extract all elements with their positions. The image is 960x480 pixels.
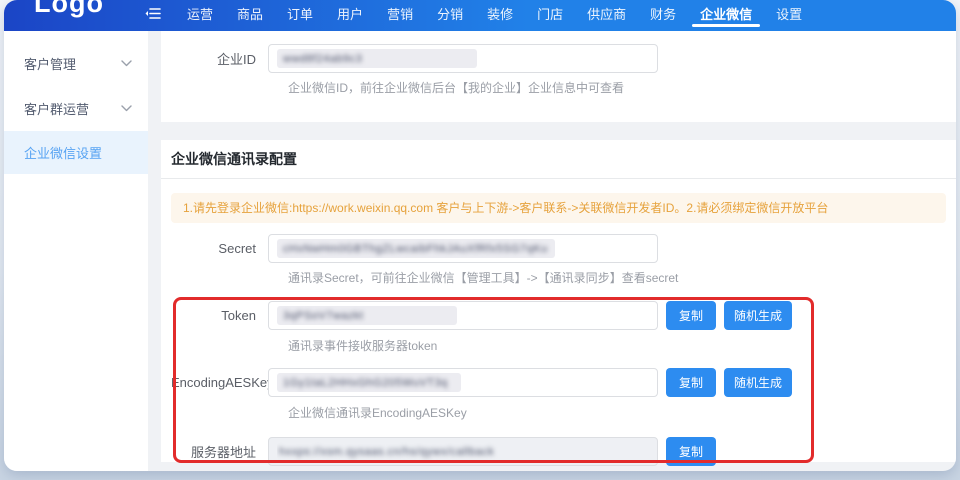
redacted-value: 1Gy1taL2HHxGhG205WuVT3q bbox=[277, 373, 461, 392]
corp-id-row: 企业ID wwd8f24ab9c3 bbox=[171, 31, 946, 73]
divider bbox=[161, 178, 956, 179]
corp-id-input[interactable]: wwd8f24ab9c3 bbox=[268, 44, 658, 73]
corp-id-section: 企业ID wwd8f24ab9c3 企业微信ID，前往企业微信后台【我的企业】企… bbox=[161, 31, 956, 122]
sidebar-item-wecom-settings[interactable]: 企业微信设置 bbox=[4, 131, 148, 174]
secret-input[interactable]: cHxNwHm0GBThgZLwcaibFhkJAuXfRfx5SG7qKu bbox=[268, 234, 658, 263]
aes-key-random-generate-button[interactable]: 随机生成 bbox=[724, 368, 792, 397]
server-url-input: hxxps://xsm.qysaas.cn/hs/qywx/callback bbox=[268, 437, 658, 466]
top-navbar: Logo 运营 商品 订单 用户 营销 分销 装修 门店 供应商 财务 企业微信… bbox=[4, 0, 956, 31]
token-random-generate-button[interactable]: 随机生成 bbox=[724, 301, 792, 330]
nav-item-wecom[interactable]: 企业微信 bbox=[698, 0, 754, 31]
nav-item-suppliers[interactable]: 供应商 bbox=[585, 0, 628, 31]
server-url-row: 服务器地址 hxxps://xsm.qysaas.cn/hs/qywx/call… bbox=[171, 437, 946, 466]
sidebar: 客户管理 客户群运营 企业微信设置 bbox=[4, 31, 148, 471]
nav-item-settings[interactable]: 设置 bbox=[774, 0, 804, 31]
sidebar-item-label: 客户管理 bbox=[24, 54, 121, 73]
section-title: 企业微信通讯录配置 bbox=[171, 149, 946, 169]
sidebar-item-label: 客户群运营 bbox=[24, 99, 121, 118]
token-row: Token 3qPSoV7wazkt 复制 随机生成 bbox=[171, 301, 946, 330]
token-copy-button[interactable]: 复制 bbox=[666, 301, 716, 330]
contacts-config-section: 企业微信通讯录配置 1.请先登录企业微信:https://work.weixin… bbox=[161, 140, 956, 462]
nav-item-marketing[interactable]: 营销 bbox=[385, 0, 415, 31]
app-window: Logo 运营 商品 订单 用户 营销 分销 装修 门店 供应商 财务 企业微信… bbox=[4, 0, 956, 471]
sidebar-item-label: 企业微信设置 bbox=[24, 143, 132, 162]
nav-item-decoration[interactable]: 装修 bbox=[485, 0, 515, 31]
notice-banner: 1.请先登录企业微信:https://work.weixin.qq.com 客户… bbox=[171, 193, 946, 223]
server-url-copy-button[interactable]: 复制 bbox=[666, 437, 716, 466]
corp-id-help-text: 企业微信ID，前往企业微信后台【我的企业】企业信息中可查看 bbox=[288, 81, 946, 96]
nav-item-finance[interactable]: 财务 bbox=[648, 0, 678, 31]
token-help-text: 通讯录事件接收服务器token bbox=[288, 339, 946, 354]
sidebar-item-customer-group-ops[interactable]: 客户群运营 bbox=[4, 86, 148, 131]
section-gap bbox=[161, 122, 956, 140]
nav-item-orders[interactable]: 订单 bbox=[285, 0, 315, 31]
redacted-value: 3qPSoV7wazkt bbox=[277, 306, 457, 325]
secret-label: Secret bbox=[171, 241, 268, 256]
nav-item-stores[interactable]: 门店 bbox=[535, 0, 565, 31]
token-input[interactable]: 3qPSoV7wazkt bbox=[268, 301, 658, 330]
encoding-aes-key-help-text: 企业微信通讯录EncodingAESKey bbox=[288, 406, 946, 421]
nav-item-goods[interactable]: 商品 bbox=[235, 0, 265, 31]
chevron-down-icon bbox=[121, 105, 132, 112]
top-menu: 运营 商品 订单 用户 营销 分销 装修 门店 供应商 财务 企业微信 设置 bbox=[145, 0, 804, 31]
secret-row: Secret cHxNwHm0GBThgZLwcaibFhkJAuXfRfx5S… bbox=[171, 234, 946, 263]
redacted-value: wwd8f24ab9c3 bbox=[277, 49, 477, 68]
chevron-down-icon bbox=[121, 60, 132, 67]
encoding-aes-key-input[interactable]: 1Gy1taL2HHxGhG205WuVT3q bbox=[268, 368, 658, 397]
menu-fold-icon[interactable] bbox=[145, 0, 161, 31]
aes-key-copy-button[interactable]: 复制 bbox=[666, 368, 716, 397]
secret-help-text: 通讯录Secret，可前往企业微信【管理工具】->【通讯录同步】查看secret bbox=[288, 271, 946, 286]
app-logo: Logo bbox=[34, 0, 104, 19]
server-url-label: 服务器地址 bbox=[171, 442, 268, 461]
encoding-aes-key-label: EncodingAESKey bbox=[171, 375, 268, 390]
main-content: 企业ID wwd8f24ab9c3 企业微信ID，前往企业微信后台【我的企业】企… bbox=[161, 31, 956, 471]
nav-item-users[interactable]: 用户 bbox=[335, 0, 365, 31]
redacted-value: hxxps://xsm.qysaas.cn/hs/qywx/callback bbox=[277, 442, 577, 461]
nav-item-distribution[interactable]: 分销 bbox=[435, 0, 465, 31]
token-label: Token bbox=[171, 308, 268, 323]
encoding-aes-key-row: EncodingAESKey 1Gy1taL2HHxGhG205WuVT3q 复… bbox=[171, 368, 946, 397]
redacted-value: cHxNwHm0GBThgZLwcaibFhkJAuXfRfx5SG7qKu bbox=[277, 239, 555, 258]
nav-item-operations[interactable]: 运营 bbox=[185, 0, 215, 31]
sidebar-item-customer-management[interactable]: 客户管理 bbox=[4, 41, 148, 86]
corp-id-label: 企业ID bbox=[171, 49, 268, 68]
